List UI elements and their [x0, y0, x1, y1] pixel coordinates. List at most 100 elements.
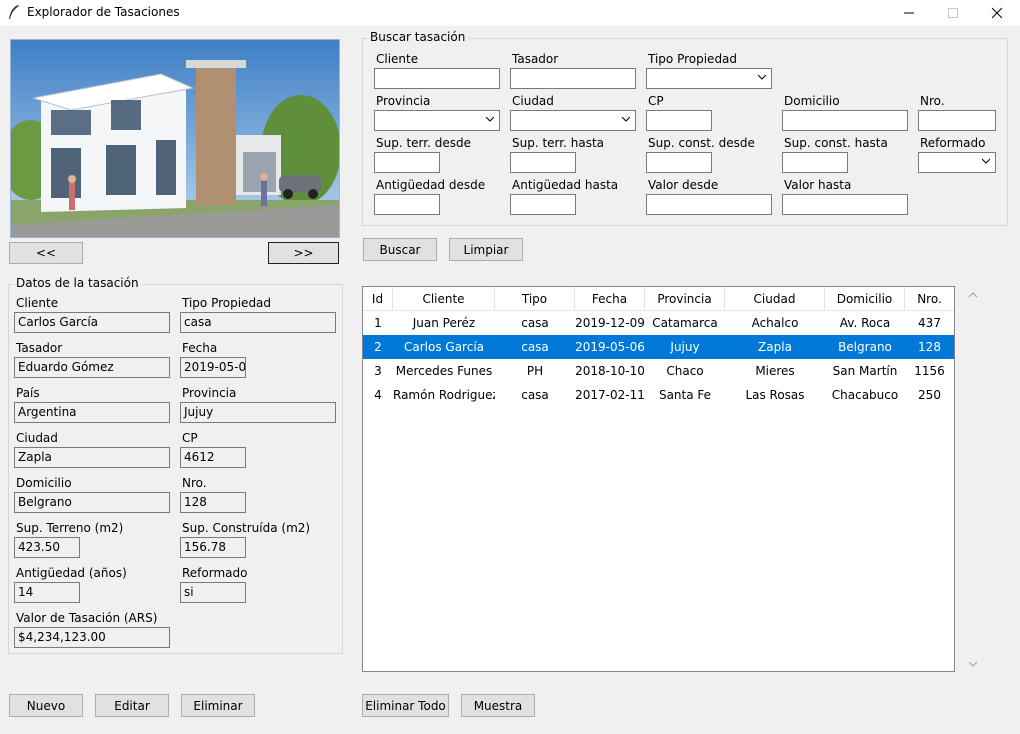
- detail-sup-terreno-label: Sup. Terreno (m2): [16, 521, 124, 535]
- cell-tipo: casa: [521, 340, 549, 354]
- results-table[interactable]: Id Cliente Tipo Fecha Provincia Ciudad D…: [362, 286, 955, 672]
- search-group-title: Buscar tasación: [367, 30, 469, 44]
- search-nro-label: Nro.: [920, 94, 945, 108]
- search-domicilio-label: Domicilio: [784, 94, 840, 108]
- cell-ciudad: Achalco: [751, 316, 799, 330]
- cell-ciudad: Mieres: [755, 364, 795, 378]
- column-header-tipo[interactable]: Tipo: [495, 287, 575, 311]
- cell-cliente: Juan Peréz: [412, 316, 476, 330]
- detail-cp-label: CP: [182, 431, 198, 445]
- search-valor-hasta-input[interactable]: [782, 194, 908, 215]
- search-tipo-select[interactable]: [646, 68, 772, 89]
- cell-ciudad: Zapla: [758, 340, 792, 354]
- window-title: Explorador de Tasaciones: [27, 5, 180, 19]
- table-scrollbar[interactable]: [962, 286, 984, 672]
- search-reformado-label: Reformado: [920, 136, 986, 150]
- close-icon: [991, 7, 1003, 19]
- table-row[interactable]: 1 Juan Peréz casa 2019-12-09 Catamarca A…: [363, 311, 954, 335]
- search-sup-terr-hasta-label: Sup. terr. hasta: [512, 136, 605, 150]
- title-bar: Explorador de Tasaciones: [0, 0, 1020, 26]
- detail-sup-terreno-field[interactable]: 423.50: [14, 537, 80, 558]
- column-header-id[interactable]: Id: [363, 287, 393, 311]
- cell-provincia: Santa Fe: [658, 388, 712, 402]
- detail-pais-field[interactable]: Argentina: [14, 402, 170, 423]
- search-sup-const-hasta-label: Sup. const. hasta: [784, 136, 888, 150]
- nuevo-button[interactable]: Nuevo: [9, 694, 83, 717]
- detail-valor-label: Valor de Tasación (ARS): [16, 611, 158, 625]
- muestra-button[interactable]: Muestra: [461, 694, 535, 717]
- search-antig-desde-label: Antigüedad desde: [376, 178, 486, 192]
- search-sup-terr-desde-input[interactable]: [374, 152, 440, 173]
- detail-cp-field[interactable]: 4612: [180, 447, 246, 468]
- detail-ciudad-field[interactable]: Zapla: [14, 447, 170, 468]
- maximize-button[interactable]: [930, 0, 976, 26]
- cell-nro: 437: [918, 316, 941, 330]
- column-header-nro[interactable]: Nro.: [905, 287, 954, 311]
- detail-nro-field[interactable]: 128: [180, 492, 246, 513]
- detail-domicilio-field[interactable]: Belgrano: [14, 492, 170, 513]
- chevron-down-icon: [622, 116, 630, 122]
- search-cliente-input[interactable]: [374, 68, 500, 89]
- table-row[interactable]: 4 Ramón Rodriguez casa 2017-02-11 Santa …: [363, 383, 954, 407]
- eliminar-todo-button[interactable]: Eliminar Todo: [362, 694, 449, 717]
- eliminar-button[interactable]: Eliminar: [181, 694, 255, 717]
- column-header-fecha[interactable]: Fecha: [575, 287, 645, 311]
- cell-tipo: casa: [521, 316, 549, 330]
- detail-pais-label: País: [16, 386, 40, 400]
- search-domicilio-input[interactable]: [782, 110, 908, 131]
- detail-sup-construida-field[interactable]: 156.78: [180, 537, 246, 558]
- buscar-button[interactable]: Buscar: [363, 238, 437, 261]
- detail-antiguedad-field[interactable]: 14: [14, 582, 80, 603]
- feather-icon: [9, 5, 19, 19]
- search-antig-desde-input[interactable]: [374, 194, 440, 215]
- details-group-title: Datos de la tasación: [13, 276, 142, 290]
- detail-fecha-field[interactable]: 2019-05-06: [180, 357, 246, 378]
- search-valor-desde-input[interactable]: [646, 194, 772, 215]
- detail-tasador-field[interactable]: Eduardo Gómez: [14, 357, 170, 378]
- limpiar-button[interactable]: Limpiar: [449, 238, 523, 261]
- cell-fecha: 2019-05-06: [575, 340, 645, 354]
- scroll-up-icon[interactable]: [968, 291, 978, 299]
- detail-reformado-field[interactable]: si: [180, 582, 246, 603]
- search-antig-hasta-input[interactable]: [510, 194, 576, 215]
- next-image-button[interactable]: >>: [268, 242, 339, 264]
- cell-id: 3: [374, 364, 382, 378]
- minimize-button[interactable]: [886, 0, 932, 26]
- cell-provincia: Chaco: [666, 364, 704, 378]
- scroll-down-icon[interactable]: [968, 660, 978, 668]
- search-cp-input[interactable]: [646, 110, 712, 131]
- search-tasador-input[interactable]: [510, 68, 636, 89]
- detail-fecha-label: Fecha: [182, 341, 218, 355]
- table-row[interactable]: 3 Mercedes Funes PH 2018-10-10 Chaco Mie…: [363, 359, 954, 383]
- column-header-provincia[interactable]: Provincia: [645, 287, 725, 311]
- cell-nro: 128: [918, 340, 941, 354]
- column-header-cliente[interactable]: Cliente: [393, 287, 495, 311]
- search-provincia-select[interactable]: [374, 110, 500, 131]
- cell-fecha: 2018-10-10: [575, 364, 645, 378]
- editar-button[interactable]: Editar: [95, 694, 169, 717]
- table-row-selected[interactable]: 2 Carlos García casa 2019-05-06 Jujuy Za…: [363, 335, 954, 359]
- prev-image-button[interactable]: <<: [9, 242, 83, 264]
- cell-fecha: 2019-12-09: [575, 316, 645, 330]
- search-nro-input[interactable]: [918, 110, 996, 131]
- detail-valor-field[interactable]: $4,234,123.00: [14, 627, 170, 648]
- detail-nro-label: Nro.: [182, 476, 207, 490]
- chevron-down-icon: [982, 158, 990, 164]
- search-tasador-label: Tasador: [512, 52, 559, 66]
- column-header-domicilio[interactable]: Domicilio: [825, 287, 905, 311]
- search-antig-hasta-label: Antigüedad hasta: [512, 178, 619, 192]
- close-button[interactable]: [974, 0, 1020, 26]
- search-sup-terr-hasta-input[interactable]: [510, 152, 576, 173]
- search-valor-desde-label: Valor desde: [648, 178, 719, 192]
- detail-tipo-field[interactable]: casa: [180, 312, 336, 333]
- search-ciudad-label: Ciudad: [512, 94, 554, 108]
- search-ciudad-select[interactable]: [510, 110, 636, 131]
- search-provincia-label: Provincia: [376, 94, 431, 108]
- search-sup-const-hasta-input[interactable]: [782, 152, 848, 173]
- detail-cliente-field[interactable]: Carlos García: [14, 312, 170, 333]
- cell-tipo: casa: [521, 388, 549, 402]
- detail-provincia-field[interactable]: Jujuy: [180, 402, 336, 423]
- column-header-ciudad[interactable]: Ciudad: [725, 287, 825, 311]
- search-sup-const-desde-input[interactable]: [646, 152, 712, 173]
- search-reformado-select[interactable]: [918, 152, 996, 173]
